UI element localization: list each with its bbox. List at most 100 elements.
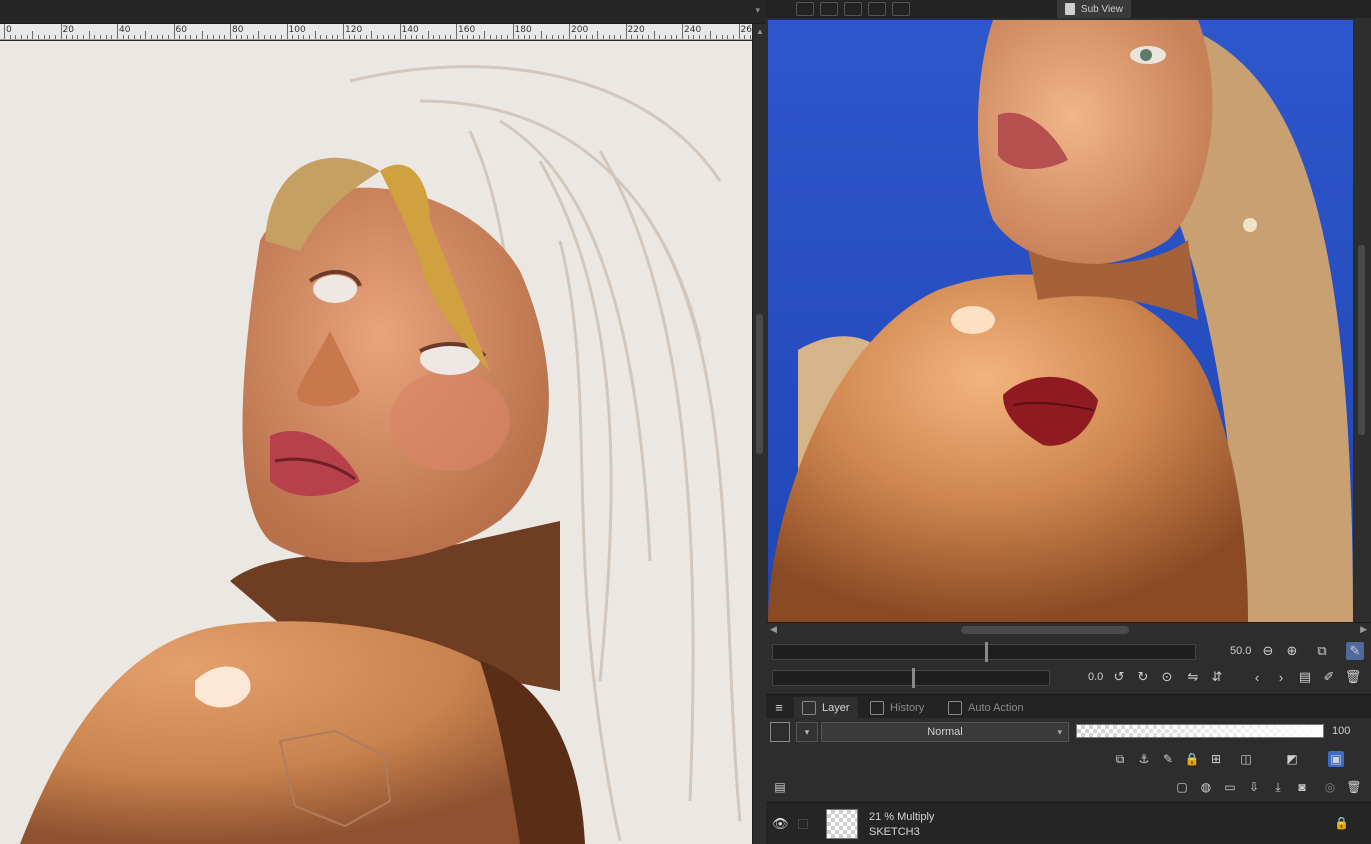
tab-auto-action[interactable]: Auto Action [940, 697, 1032, 719]
zoom-slider-knob[interactable] [985, 642, 988, 662]
ruler-minor-tick [529, 35, 531, 39]
sub-view-horizontal-scrollbar[interactable]: ◀ ▶ [766, 622, 1371, 636]
ruler-minor-tick [156, 35, 158, 39]
layer-row[interactable]: 👁 21 % Multiply SKETCH3 🔒 [766, 802, 1371, 844]
ruler-major-tick [569, 24, 570, 39]
clip-layer-icon[interactable]: ⧉ [1112, 751, 1128, 767]
edit-icon[interactable]: ✐ [1320, 668, 1338, 686]
scroll-right-icon[interactable]: ▶ [1360, 624, 1367, 635]
ruler-minor-tick [484, 31, 486, 39]
zoom-out-icon[interactable]: ⊖ [1259, 642, 1277, 660]
opacity-slider[interactable] [1076, 724, 1324, 738]
create-mask-icon[interactable]: ◙ [1294, 779, 1310, 795]
ruler-minor-tick [472, 35, 474, 39]
delete-layer-icon[interactable]: 🗑 [1346, 779, 1362, 795]
lock-transparent-icon[interactable]: ⊞ [1208, 751, 1224, 767]
ruler-minor-tick [642, 35, 644, 39]
tab-sub-view[interactable]: Sub View [1056, 0, 1131, 18]
blend-mode-select[interactable]: Normal ▾ [821, 722, 1069, 742]
scroll-thumb[interactable] [1358, 245, 1365, 435]
merge-down-icon[interactable]: ⤓ [1270, 779, 1286, 795]
ruler-minor-tick [122, 35, 124, 39]
next-image-icon[interactable]: › [1272, 668, 1290, 686]
eyedropper-icon[interactable]: ✎ [1346, 642, 1364, 660]
draft-layer-icon[interactable]: ✎ [1160, 751, 1176, 767]
ruler-minor-tick [252, 35, 254, 39]
reference-layer-icon[interactable]: ⚓ [1136, 751, 1152, 767]
chevron-down-icon[interactable]: ▾ [796, 722, 818, 742]
rotate-right-icon[interactable]: ↻ [1134, 668, 1152, 686]
eye-icon[interactable]: 👁 [772, 816, 789, 832]
apply-mask-icon[interactable]: ◎ [1322, 779, 1338, 795]
ruler-major-tick [682, 24, 683, 39]
ruler-minor-tick [506, 35, 508, 39]
scroll-thumb[interactable] [961, 626, 1129, 634]
layer-edit-checkbox[interactable] [798, 819, 808, 829]
lock-layer-icon[interactable]: 🔒 [1184, 751, 1200, 767]
tools-tab-icon[interactable] [868, 2, 886, 16]
reference-image[interactable] [768, 20, 1353, 622]
mask-enable-icon[interactable]: ◫ [1238, 751, 1254, 767]
auto-action-icon [948, 701, 962, 715]
ruler-minor-tick [585, 35, 587, 39]
flip-horizontal-icon[interactable]: ⇋ [1184, 668, 1202, 686]
layer-panel-tabs: ≡ Layer History Auto Action [766, 694, 1371, 719]
palette-tab-icon[interactable] [844, 2, 862, 16]
scroll-left-icon[interactable]: ◀ [770, 624, 777, 635]
opacity-value[interactable]: 100 [1332, 725, 1350, 737]
zoom-row: 50.0 ⊖ ⊕ ⧉ ✎ [766, 638, 1371, 666]
rotation-slider[interactable] [772, 668, 1050, 688]
zoom-in-icon[interactable]: ⊕ [1283, 642, 1301, 660]
painting-artwork [0, 41, 752, 844]
info-tab-icon[interactable] [892, 2, 910, 16]
scroll-thumb[interactable] [756, 314, 763, 454]
tab-layer[interactable]: Layer [794, 697, 858, 719]
ruler-minor-tick [66, 35, 68, 39]
color-wheel-tab-icon[interactable] [820, 2, 838, 16]
layer-color-swatch[interactable] [770, 722, 790, 742]
ruler-minor-tick [619, 35, 621, 39]
ruler-minor-tick [614, 35, 616, 39]
layer-properties-icon[interactable]: ▤ [772, 779, 788, 795]
trash-icon[interactable]: 🗑 [1344, 668, 1362, 686]
navigator-tab-icon[interactable] [796, 2, 814, 16]
flip-vertical-icon[interactable]: ⇵ [1208, 668, 1226, 686]
tab-history[interactable]: History [862, 697, 932, 719]
lock-icon[interactable]: 🔒 [1334, 816, 1349, 830]
rotation-slider-knob[interactable] [912, 668, 915, 688]
sub-view-vertical-scrollbar[interactable] [1355, 20, 1369, 622]
new-folder-icon[interactable]: ▭ [1222, 779, 1238, 795]
ruler-minor-tick [608, 35, 610, 39]
new-vector-layer-icon[interactable]: ◍ [1198, 779, 1214, 795]
hamburger-icon[interactable]: ≡ [770, 698, 788, 716]
ruler-minor-tick [523, 35, 525, 39]
fit-view-icon[interactable]: ⧉ [1313, 642, 1331, 660]
reset-rotation-icon[interactable]: ⊙ [1158, 668, 1176, 686]
transfer-down-icon[interactable]: ⇩ [1246, 779, 1262, 795]
ruler-minor-tick [563, 35, 565, 39]
layer-name: SKETCH3 [869, 826, 920, 838]
ruler-major-tick [4, 24, 5, 39]
ruler-minor-tick [241, 35, 243, 39]
chevron-down-icon: ▾ [1057, 726, 1062, 737]
drawing-canvas[interactable] [0, 41, 752, 844]
new-raster-layer-icon[interactable]: ▢ [1174, 779, 1190, 795]
ruler-minor-tick [439, 35, 441, 39]
ruler-label: 40 [119, 25, 131, 35]
ruler-show-icon[interactable]: ◩ [1284, 751, 1300, 767]
ruler-minor-tick [416, 35, 418, 39]
ruler-minor-tick [83, 35, 85, 39]
scroll-up-icon[interactable]: ▲ [756, 27, 764, 36]
ruler-minor-tick [636, 35, 638, 39]
previous-image-icon[interactable]: ‹ [1248, 668, 1266, 686]
chevron-down-icon[interactable]: ▾ [755, 5, 760, 16]
horizontal-ruler: 0 20 40 60 80 100 120 140 160 180 200 220 240 26 [0, 24, 752, 40]
canvas-vertical-scrollbar[interactable]: ▲ [752, 24, 766, 844]
layer-color-icon[interactable]: ▣ [1328, 751, 1344, 767]
rotate-left-icon[interactable]: ↺ [1110, 668, 1128, 686]
open-folder-icon[interactable]: ▤ [1296, 668, 1314, 686]
hamburger-icon[interactable] [772, 2, 790, 16]
ruler-minor-tick [218, 35, 220, 39]
ruler-minor-tick [704, 35, 706, 39]
zoom-slider[interactable] [772, 642, 1196, 662]
